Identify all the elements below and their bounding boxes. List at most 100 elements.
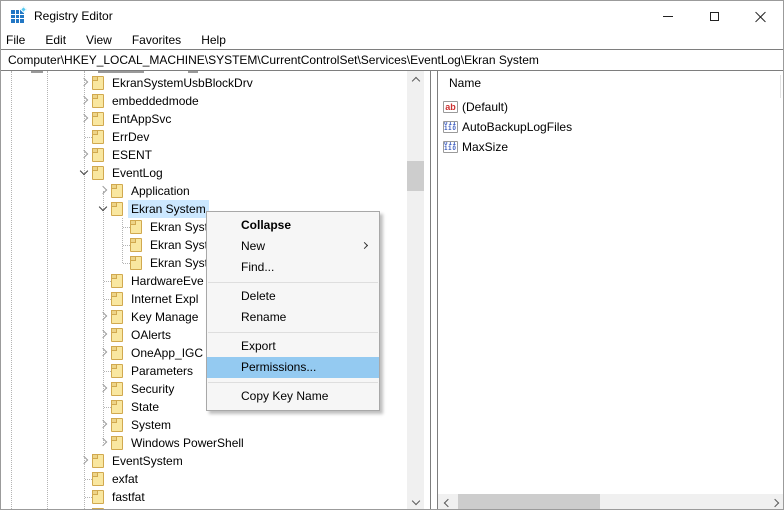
chevron-down-icon[interactable] [80,167,88,175]
chevron-right-icon[interactable] [99,348,107,356]
menu-bar-item-edit[interactable]: Edit [35,31,76,49]
context-menu-item-export[interactable]: Export [207,336,379,357]
chevron-right-icon[interactable] [80,114,88,122]
tree-connector [123,227,130,228]
column-divider[interactable] [780,75,781,98]
tree-item-partial[interactable] [1,506,405,510]
tree-item-embeddedmode[interactable]: embeddedmode [1,92,405,110]
context-menu-item-rename[interactable]: Rename [207,307,379,328]
tree-item-label[interactable]: EkranSystemUsbBlockDrv [109,74,256,92]
tree-item-ekransystemusbblockdrv[interactable]: EkranSystemUsbBlockDrv [1,74,405,92]
tree-item-label[interactable]: embeddedmode [109,92,202,110]
chevron-down-icon[interactable] [99,203,107,211]
tree-item-label[interactable]: Application [128,182,193,200]
reg-dword-icon: 011110 [443,141,458,153]
tree-item-windows-powershell[interactable]: Windows PowerShell [1,434,405,452]
tree-item-label[interactable]: exfat [109,470,141,488]
context-menu-item-find[interactable]: Find... [207,257,379,278]
registry-key-icon [111,400,123,414]
window-title: Registry Editor [34,1,113,31]
tree-item-label[interactable]: EventLog [109,164,166,182]
tree-item-label[interactable]: EventSystem [109,452,186,470]
value-row-maxsize[interactable]: 011110 MaxSize [438,137,768,157]
values-horizontal-scrollbar[interactable] [438,494,784,510]
tree-item-label[interactable]: Security [128,380,177,398]
tree-item-label[interactable]: Ekran Syst [147,236,211,254]
registry-key-icon [130,256,142,270]
context-menu-item-copy-key-name[interactable]: Copy Key Name [207,386,379,407]
tree-item-label[interactable]: System [128,416,174,434]
tree-item-label[interactable]: OneApp_IGC [128,344,206,362]
chevron-right-icon[interactable] [99,384,107,392]
value-row--default-[interactable]: ab(Default) [438,97,768,117]
tree-item-label[interactable]: OAlerts [128,326,174,344]
scroll-up-button[interactable] [407,71,424,88]
tree-item-exfat[interactable]: exfat [1,470,405,488]
scroll-left-button[interactable] [438,494,455,510]
scrollbar-thumb[interactable] [407,161,424,191]
tree-item-label[interactable]: fastfat [109,488,148,506]
close-button[interactable] [737,1,783,31]
menu-bar-item-help[interactable]: Help [191,31,236,49]
tree-item-label[interactable]: Ekran Syst [147,254,211,272]
value-name-label[interactable]: AutoBackupLogFiles [462,117,572,137]
minimize-button[interactable] [645,1,691,31]
chevron-right-icon[interactable] [80,456,88,464]
registry-key-icon [92,130,104,144]
value-row-autobackuplogfiles[interactable]: 011110AutoBackupLogFiles [438,117,768,137]
registry-key-icon [92,112,104,126]
chevron-right-icon[interactable] [80,78,88,86]
context-menu-item-delete[interactable]: Delete [207,286,379,307]
tree-vertical-scrollbar[interactable] [407,71,424,510]
chevron-right-icon[interactable] [99,420,107,428]
chevron-right-icon[interactable] [99,330,107,338]
chevron-right-icon[interactable] [99,312,107,320]
tree-item-label[interactable]: ESENT [109,146,155,164]
tree-item-errdev[interactable]: ErrDev [1,128,405,146]
context-menu-item-collapse[interactable]: Collapse [207,215,379,236]
scrollbar-thumb[interactable] [458,494,600,510]
menu-bar-item-favorites[interactable]: Favorites [122,31,191,49]
window-body: EkranSystemUsbBlockDrvembeddedmodeEntApp… [1,71,783,510]
menu-separator [207,328,379,336]
tree-item-label[interactable]: Ekran System [128,200,209,218]
address-input[interactable] [1,50,783,70]
tree-item-eventsystem[interactable]: EventSystem [1,452,405,470]
context-menu-item-new[interactable]: New [207,236,379,257]
tree-item-label[interactable]: Key Manage [128,308,201,326]
column-header-name[interactable]: Name [447,73,483,93]
tree-item-label[interactable]: EntAppSvc [109,110,174,128]
tree-item-label[interactable]: Internet Expl [128,290,201,308]
registry-key-icon [111,436,123,450]
value-name-label[interactable]: (Default) [462,97,508,117]
registry-key-icon [92,454,104,468]
tree-item-label[interactable]: HardwareEve [128,272,207,290]
tree-item-label[interactable]: Ekran Syst [147,218,211,236]
tree-item-fastfat[interactable]: fastfat [1,488,405,506]
tree-item-system[interactable]: System [1,416,405,434]
tree-item-eventlog[interactable]: EventLog [1,164,405,182]
tree-item-esent[interactable]: ESENT [1,146,405,164]
chevron-right-icon[interactable] [80,96,88,104]
tree-item-label[interactable]: ErrDev [109,128,152,146]
tree-item-label[interactable]: Parameters [128,362,196,380]
chevron-right-icon[interactable] [99,186,107,194]
tree-item-label[interactable]: State [128,398,162,416]
scroll-right-button[interactable] [768,494,784,510]
menu-bar-item-view[interactable]: View [76,31,122,49]
context-menu-item-permissions[interactable]: Permissions... [207,357,379,378]
tree-item-application[interactable]: Application [1,182,405,200]
registry-key-icon [111,364,123,378]
menu-separator [207,378,379,386]
registry-key-icon [92,490,104,504]
scroll-down-button[interactable] [407,494,424,510]
maximize-button[interactable] [691,1,737,31]
value-name-label[interactable]: MaxSize [462,137,508,157]
chevron-right-icon[interactable] [80,150,88,158]
tree-item-label[interactable]: Windows PowerShell [128,434,247,452]
tree-connector [104,299,111,300]
chevron-right-icon[interactable] [99,438,107,446]
tree-item-entappsvc[interactable]: EntAppSvc [1,110,405,128]
menu-bar-item-file[interactable]: File [1,31,35,49]
clipped-row-fragment [98,71,144,73]
